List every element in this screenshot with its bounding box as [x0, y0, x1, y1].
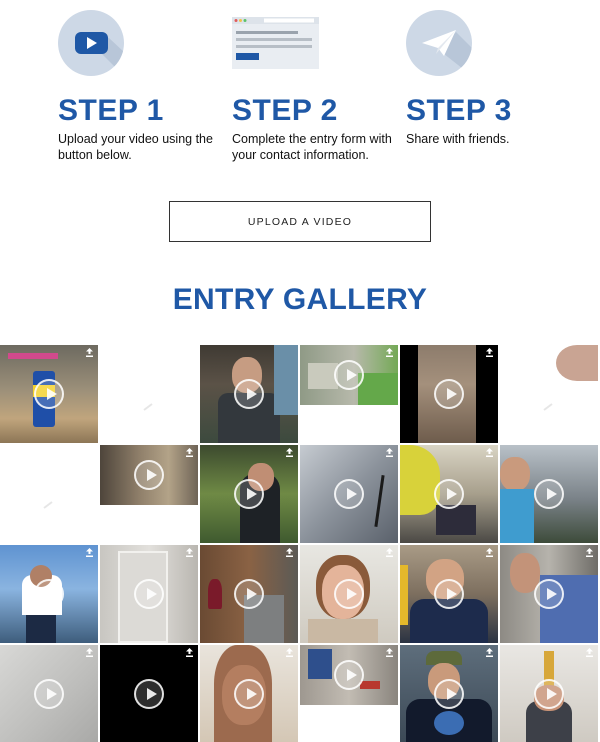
download-icon[interactable]: [385, 448, 394, 457]
upload-video-button[interactable]: UPLOAD A VIDEO: [169, 201, 431, 242]
download-icon[interactable]: [485, 548, 494, 557]
download-icon[interactable]: [285, 548, 294, 557]
step-3-title: STEP 3: [406, 94, 512, 127]
gallery-video-tile-blank[interactable]: [100, 345, 198, 443]
download-icon[interactable]: [585, 548, 594, 557]
loading-icon: [543, 403, 553, 411]
gallery-video-tile[interactable]: [300, 645, 398, 705]
download-icon[interactable]: [385, 648, 394, 657]
play-icon: [334, 479, 364, 509]
play-icon: [534, 678, 564, 709]
gallery-video-tile-blank[interactable]: [0, 445, 98, 543]
play-icon: [334, 360, 364, 390]
download-icon[interactable]: [185, 648, 194, 657]
download-icon[interactable]: [485, 348, 494, 357]
gallery-video-tile[interactable]: [100, 645, 198, 742]
gallery-video-tile[interactable]: [0, 545, 98, 643]
gallery-video-tile[interactable]: [400, 645, 498, 742]
download-icon[interactable]: [585, 648, 594, 657]
gallery-video-tile[interactable]: [200, 645, 298, 742]
play-icon: [34, 579, 64, 609]
gallery-video-tile[interactable]: [500, 345, 598, 443]
play-icon: [334, 660, 364, 690]
play-icon: [234, 479, 264, 509]
download-icon[interactable]: [85, 348, 94, 357]
play-icon: [134, 678, 164, 709]
play-icon: [434, 379, 464, 409]
gallery-video-tile[interactable]: [300, 345, 398, 405]
download-icon[interactable]: [85, 548, 94, 557]
youtube-play-icon: [58, 10, 124, 76]
gallery-video-tile[interactable]: [300, 545, 398, 643]
play-icon: [34, 678, 64, 709]
play-icon: [334, 579, 364, 609]
gallery-video-tile[interactable]: [300, 445, 398, 543]
gallery-video-tile[interactable]: [200, 445, 298, 543]
play-icon: [434, 579, 464, 609]
steps-section: STEP 1 Upload your video using the butto…: [0, 0, 600, 190]
step-1-title: STEP 1: [58, 94, 164, 127]
download-icon[interactable]: [385, 548, 394, 557]
download-icon[interactable]: [85, 648, 94, 657]
gallery-video-tile[interactable]: [200, 345, 298, 443]
gallery-video-tile[interactable]: [100, 445, 198, 505]
play-icon: [234, 579, 264, 609]
loading-icon: [143, 403, 153, 411]
play-icon: [134, 579, 164, 609]
gallery-video-tile[interactable]: [500, 545, 598, 643]
entry-gallery-grid: [0, 345, 600, 742]
play-icon: [434, 479, 464, 509]
step-3-description: Share with friends.: [406, 132, 510, 146]
play-icon: [234, 678, 264, 709]
loading-icon: [43, 501, 53, 509]
form-icon: [232, 17, 319, 69]
gallery-video-tile[interactable]: [0, 645, 98, 742]
gallery-video-tile[interactable]: [0, 345, 98, 443]
play-icon: [134, 460, 164, 490]
play-icon: [234, 379, 264, 409]
gallery-video-tile[interactable]: [400, 345, 498, 443]
download-icon[interactable]: [485, 648, 494, 657]
play-icon: [534, 479, 564, 509]
play-icon: [434, 678, 464, 709]
gallery-video-tile[interactable]: [500, 645, 598, 742]
gallery-video-tile[interactable]: [100, 545, 198, 643]
gallery-title: ENTRY GALLERY: [172, 283, 428, 316]
download-icon[interactable]: [285, 448, 294, 457]
gallery-video-tile[interactable]: [500, 445, 598, 543]
gallery-video-tile[interactable]: [200, 545, 298, 643]
paper-plane-icon: [406, 10, 472, 76]
gallery-video-tile[interactable]: [400, 445, 498, 543]
step-1-description: Upload your video using the button below…: [58, 132, 213, 162]
download-icon[interactable]: [485, 448, 494, 457]
download-icon[interactable]: [385, 348, 394, 357]
download-icon[interactable]: [185, 448, 194, 457]
step-2-description: Complete the entry form with your contac…: [232, 132, 392, 162]
gallery-video-tile[interactable]: [400, 545, 498, 643]
play-icon: [34, 379, 64, 409]
download-icon[interactable]: [185, 548, 194, 557]
step-2-title: STEP 2: [232, 94, 338, 127]
download-icon[interactable]: [285, 648, 294, 657]
play-icon: [534, 579, 564, 609]
